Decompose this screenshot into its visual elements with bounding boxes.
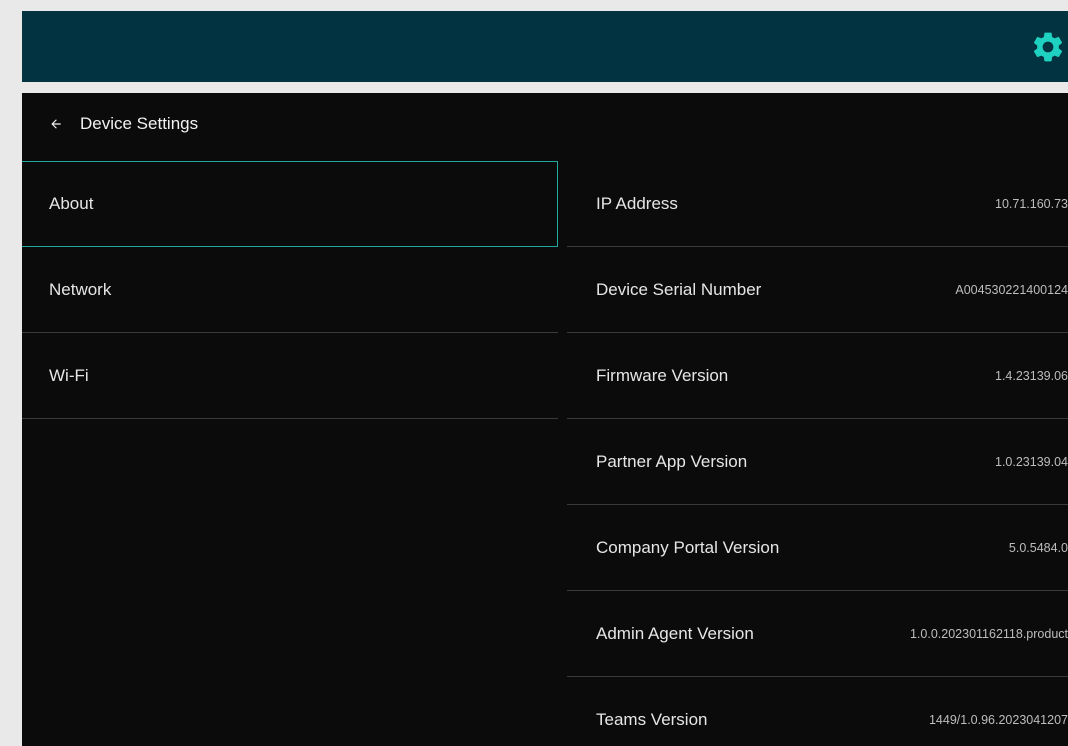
page-title: Device Settings [80, 114, 199, 133]
nav-item-network[interactable]: Network [22, 247, 558, 333]
device-settings-screen: Device Settings About Network Wi-Fi IP A… [22, 93, 1068, 746]
info-value: 10.71.160.73 [995, 196, 1068, 211]
info-label: Company Portal Version [596, 537, 780, 557]
info-label: Teams Version [596, 710, 708, 729]
arrow-left-icon[interactable] [46, 114, 66, 134]
info-value: 5.0.5484.0 [1008, 540, 1068, 555]
info-row-firmware-version: Firmware Version 1.4.23139.06 [567, 333, 1068, 419]
about-details: IP Address 10.71.160.73 Device Serial Nu… [567, 161, 1068, 746]
info-row-admin-agent-version: Admin Agent Version 1.0.0.202301162118.p… [567, 591, 1068, 677]
info-value: 1.0.23139.04 [995, 454, 1068, 469]
info-label: IP Address [596, 193, 678, 213]
info-label: Firmware Version [596, 365, 729, 385]
gear-icon[interactable] [1028, 27, 1068, 67]
screen-header: Device Settings [22, 93, 1068, 155]
nav-item-label: Network [49, 279, 112, 299]
info-label: Device Serial Number [596, 279, 762, 299]
nav-item-label: About [49, 194, 94, 213]
top-bar [22, 11, 1068, 82]
settings-nav: About Network Wi-Fi [22, 161, 558, 419]
info-value: A004530221400124 [955, 282, 1068, 297]
info-row-serial-number: Device Serial Number A004530221400124 [567, 247, 1068, 333]
info-row-teams-version: Teams Version 1449/1.0.96.2023041207 [567, 677, 1068, 746]
info-row-company-portal-version: Company Portal Version 5.0.5484.0 [567, 505, 1068, 591]
info-value: 1.0.0.202301162118.product [909, 626, 1068, 641]
info-value: 1.4.23139.06 [995, 368, 1068, 383]
nav-item-wifi[interactable]: Wi-Fi [22, 333, 558, 419]
nav-item-label: Wi-Fi [49, 365, 89, 385]
info-row-partner-app-version: Partner App Version 1.0.23139.04 [567, 419, 1068, 505]
info-value: 1449/1.0.96.2023041207 [928, 713, 1068, 727]
info-row-ip-address: IP Address 10.71.160.73 [567, 161, 1068, 247]
nav-item-about[interactable]: About [22, 161, 558, 247]
info-label: Admin Agent Version [596, 623, 754, 643]
info-label: Partner App Version [596, 451, 748, 471]
